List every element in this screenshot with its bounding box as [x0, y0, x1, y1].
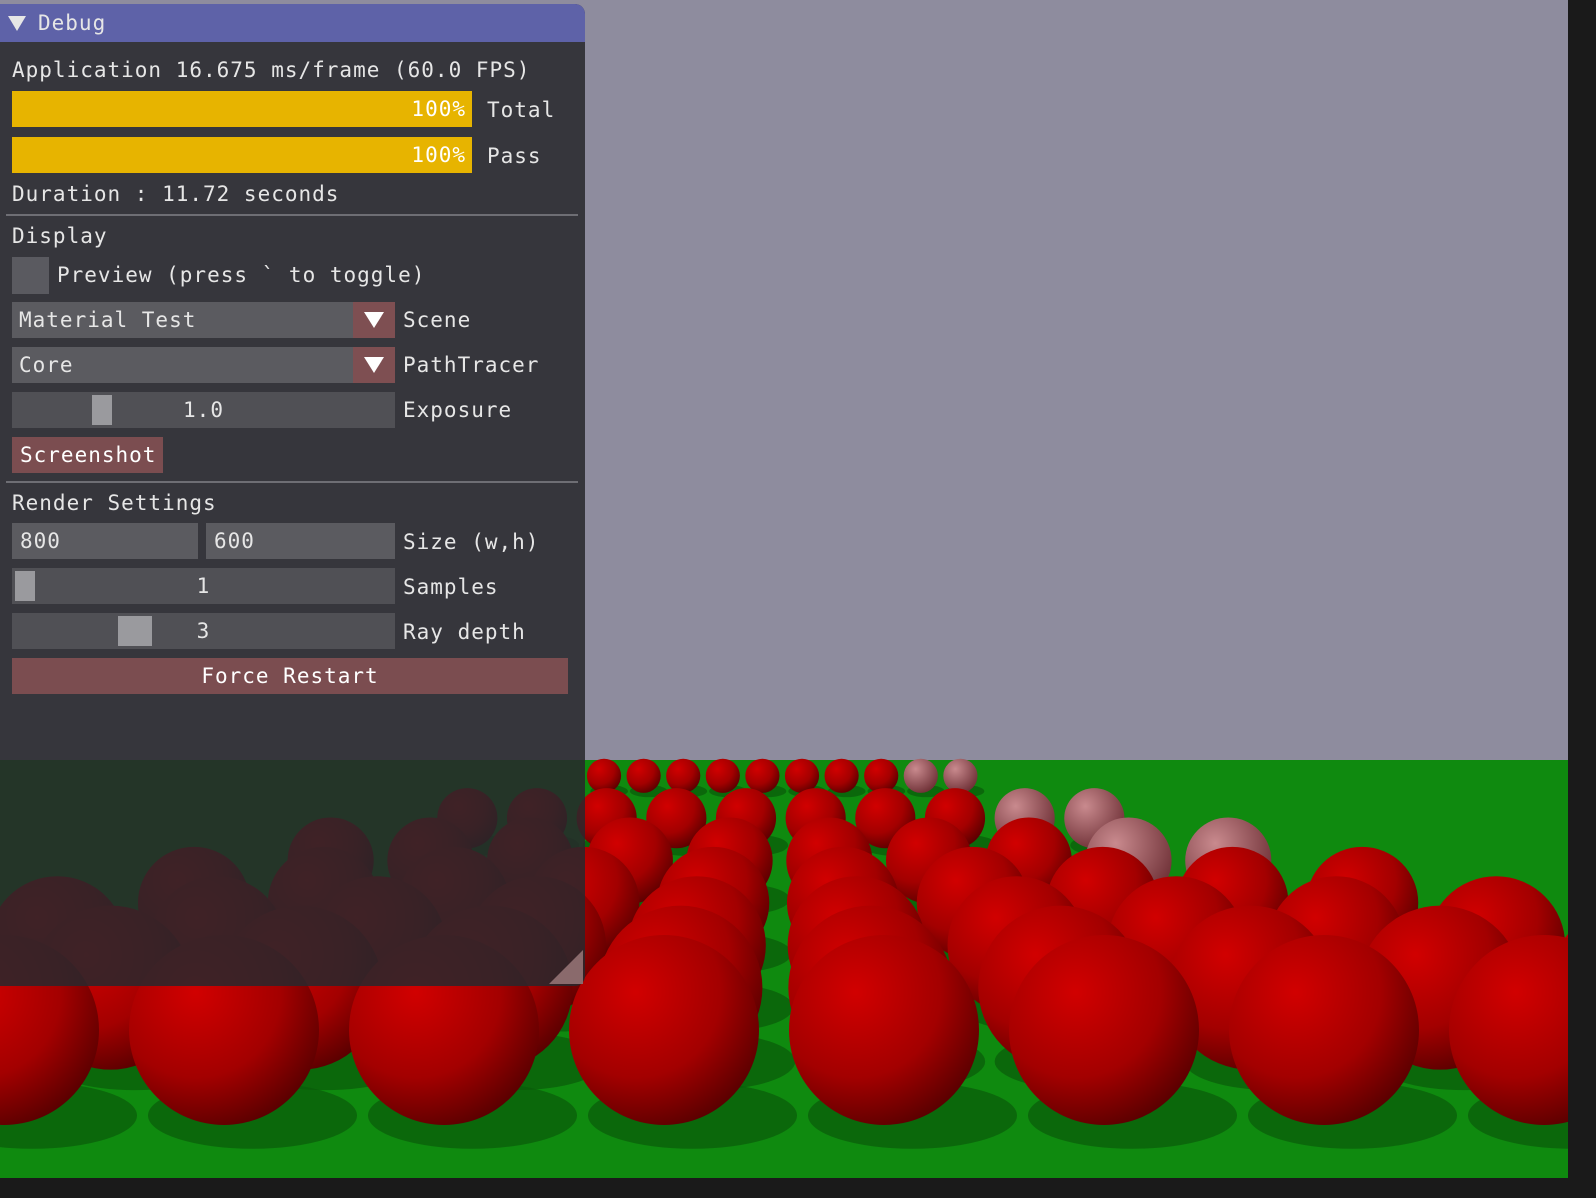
sphere [824, 758, 859, 793]
fps-stats: Application 16.675 ms/frame (60.0 FPS) [12, 58, 531, 82]
samples-value: 1 [196, 574, 211, 598]
debug-window[interactable]: Debug Application 16.675 ms/frame (60.0 … [0, 4, 585, 986]
collapse-arrow-icon[interactable] [8, 15, 26, 31]
sphere [864, 758, 899, 793]
width-input[interactable]: 800 [12, 523, 198, 559]
screenshot-button[interactable]: Screenshot [12, 437, 163, 473]
sphere [569, 935, 759, 1125]
pass-progress-bar: 100% [12, 137, 472, 173]
samples-label: Samples [403, 575, 499, 599]
pathtracer-combo[interactable]: Core [12, 347, 395, 383]
scene-combo[interactable]: Material Test [12, 302, 395, 338]
sphere [705, 758, 740, 793]
sphere [1229, 935, 1419, 1125]
exposure-slider[interactable]: 1.0 [12, 392, 395, 428]
force-restart-button-label: Force Restart [201, 664, 379, 688]
width-value: 800 [20, 529, 61, 553]
scene-combo-button[interactable] [353, 302, 395, 338]
chevron-down-icon [364, 312, 384, 328]
preview-checkbox[interactable] [12, 257, 49, 294]
sphere [666, 758, 701, 793]
ray-depth-slider[interactable]: 3 [12, 613, 395, 649]
sphere [626, 758, 661, 793]
resize-grip-icon[interactable] [549, 950, 583, 984]
ray-depth-label: Ray depth [403, 620, 526, 644]
pathtracer-combo-button[interactable] [353, 347, 395, 383]
render-settings-header[interactable]: Render Settings [12, 493, 217, 514]
separator [6, 214, 578, 216]
sphere [903, 758, 938, 793]
total-progress-percent: 100% [411, 97, 466, 121]
sphere [943, 758, 978, 793]
ray-depth-value: 3 [196, 619, 211, 643]
preview-checkbox-label: Preview (press ` to toggle) [57, 263, 426, 287]
exposure-value: 1.0 [183, 398, 224, 422]
samples-slider[interactable]: 1 [12, 568, 395, 604]
total-progress-label: Total [487, 98, 556, 122]
exposure-label: Exposure [403, 398, 513, 422]
separator [6, 481, 578, 483]
debug-title-bar[interactable]: Debug [0, 4, 585, 42]
screenshot-button-label: Screenshot [20, 443, 157, 467]
pathtracer-combo-value: Core [19, 353, 74, 377]
chevron-down-icon [364, 357, 384, 373]
scene-combo-value: Material Test [19, 308, 197, 332]
sphere [745, 758, 780, 793]
size-label: Size (w,h) [403, 530, 540, 554]
pass-progress-percent: 100% [411, 143, 466, 167]
total-progress-bar: 100% [12, 91, 472, 127]
sphere [789, 935, 979, 1125]
pass-progress-label: Pass [487, 144, 542, 168]
sphere [1009, 935, 1199, 1125]
height-input[interactable]: 600 [206, 523, 395, 559]
display-header[interactable]: Display [12, 226, 108, 247]
height-value: 600 [214, 529, 255, 553]
pathtracer-label: PathTracer [403, 353, 540, 377]
sphere [784, 758, 820, 793]
scene-label: Scene [403, 308, 472, 332]
force-restart-button[interactable]: Force Restart [12, 658, 568, 694]
sphere [586, 758, 622, 793]
duration-text: Duration : 11.72 seconds [12, 182, 340, 206]
window-title: Debug [38, 10, 107, 35]
